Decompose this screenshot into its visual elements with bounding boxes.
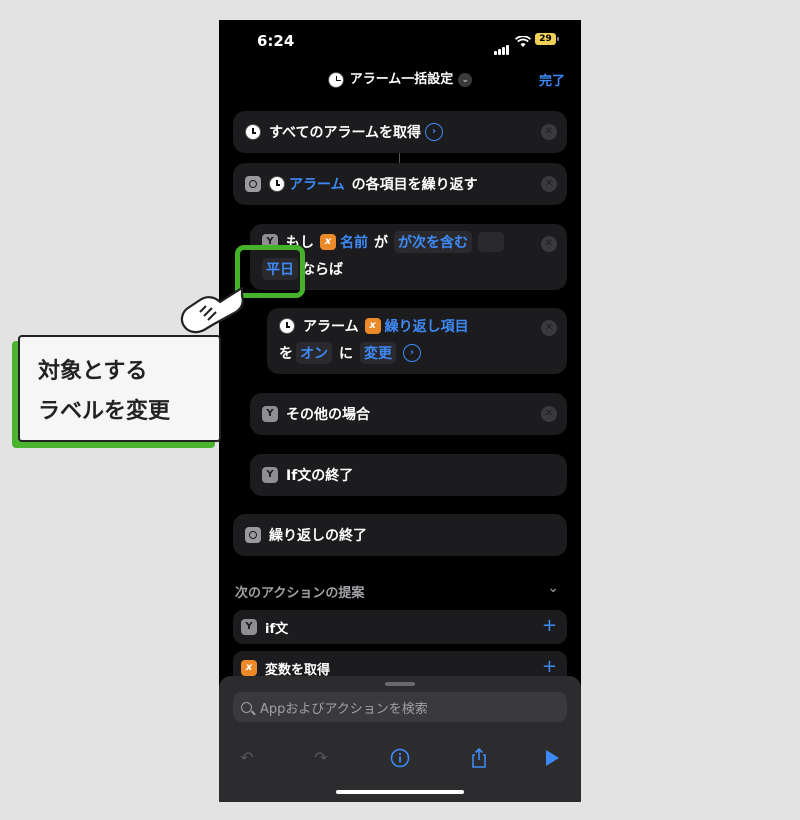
share-icon[interactable] — [467, 746, 491, 770]
toolbar: ↶ ↷ — [219, 744, 581, 776]
repeat-icon — [245, 176, 261, 192]
shortcut-title-text: アラーム一括設定 — [349, 72, 454, 87]
shortcuts-screen: 6:24 29 アラーム一括設定 ⌄ 完了 すべてのアラームを取得 › ✕ アラー… — [219, 20, 581, 802]
clock-icon — [279, 318, 295, 334]
remove-action-icon[interactable]: ✕ — [541, 124, 557, 140]
action-text: の各項目を繰り返す — [351, 177, 478, 193]
chevron-down-icon[interactable]: ⌄ — [547, 580, 559, 596]
repeat-icon — [245, 527, 261, 543]
undo-icon[interactable]: ↶ — [235, 746, 259, 770]
search-icon — [241, 701, 252, 713]
if-ga: が — [374, 235, 388, 251]
search-placeholder: Appおよびアクションを検索 — [260, 701, 428, 717]
action-text: 繰り返しの終了 — [269, 528, 367, 544]
if-icon: Y — [241, 619, 257, 635]
search-input[interactable]: Appおよびアクションを検索 — [233, 692, 567, 722]
variable-icon: x — [241, 660, 257, 676]
suggestion-label: 変数を取得 — [265, 662, 331, 678]
action-set-alarm[interactable]: アラーム x 繰り返し項目 を オン に 変更 › ✕ — [267, 308, 567, 374]
wifi-icon — [514, 33, 532, 52]
home-indicator — [336, 790, 464, 794]
remove-action-icon[interactable]: ✕ — [541, 320, 557, 336]
suggestions-header: 次のアクションの提案 — [235, 586, 365, 601]
variable-token-name[interactable]: 名前 — [340, 232, 368, 252]
clock-icon — [269, 176, 285, 192]
action-end-repeat[interactable]: 繰り返しの終了 — [233, 514, 567, 556]
run-icon[interactable] — [540, 746, 564, 770]
signal-icon — [494, 36, 510, 55]
flow-connector — [399, 153, 400, 163]
set-ni: に — [339, 346, 353, 362]
condition-token[interactable]: が次を含む — [394, 231, 472, 253]
add-icon[interactable]: + — [542, 615, 557, 636]
action-end-if[interactable]: Y If文の終了 — [250, 454, 567, 496]
change-token[interactable]: 変更 — [360, 342, 396, 364]
empty-token[interactable] — [478, 232, 504, 252]
action-repeat-each[interactable]: アラーム の各項目を繰り返す ✕ — [233, 163, 567, 205]
annotation-callout: 対象とする ラベルを変更 — [18, 335, 221, 442]
remove-action-icon[interactable]: ✕ — [541, 236, 557, 252]
action-text: If文の終了 — [286, 468, 354, 484]
expand-arrow-icon[interactable]: › — [425, 123, 444, 141]
shortcut-title[interactable]: アラーム一括設定 ⌄ — [219, 68, 581, 88]
variable-icon: x — [320, 234, 336, 250]
clock-icon — [327, 71, 344, 88]
on-token[interactable]: オン — [296, 342, 332, 364]
if-suffix: ならば — [301, 262, 343, 278]
set-wo: を — [279, 346, 293, 362]
sheet-grabber[interactable] — [385, 682, 415, 686]
status-time: 6:24 — [257, 32, 295, 50]
action-get-all-alarms[interactable]: すべてのアラームを取得 › ✕ — [233, 111, 567, 153]
expand-arrow-icon[interactable]: › — [403, 344, 421, 362]
repeat-item-token[interactable]: 繰り返し項目 — [385, 316, 469, 336]
action-text: その他の場合 — [286, 407, 370, 423]
remove-action-icon[interactable]: ✕ — [541, 176, 557, 192]
remove-action-icon[interactable]: ✕ — [541, 406, 557, 422]
clock-icon — [245, 124, 261, 140]
status-bar: 6:24 29 — [219, 20, 581, 60]
chevron-down-icon: ⌄ — [458, 72, 473, 87]
done-button[interactable]: 完了 — [539, 70, 565, 89]
action-search-sheet: Appおよびアクションを検索 ↶ ↷ — [219, 676, 581, 802]
annotation-line-2: ラベルを変更 — [38, 399, 171, 424]
if-icon: Y — [262, 467, 278, 483]
alarm-token[interactable]: アラーム — [289, 174, 345, 194]
set-prefix: アラーム — [303, 319, 359, 335]
suggestion-label: if文 — [265, 621, 289, 637]
if-icon: Y — [262, 406, 278, 422]
battery-icon: 29 — [535, 33, 559, 45]
variable-icon: x — [364, 318, 381, 334]
info-icon[interactable] — [388, 746, 412, 770]
nav-bar: アラーム一括設定 ⌄ 完了 — [219, 60, 581, 98]
suggestion-item[interactable]: Y if文 + — [233, 610, 567, 644]
annotation-line-1: 対象とする — [38, 359, 148, 384]
action-otherwise[interactable]: Y その他の場合 ✕ — [250, 393, 567, 435]
add-icon[interactable]: + — [542, 656, 557, 677]
redo-icon[interactable]: ↷ — [309, 746, 333, 770]
pointing-hand-icon — [180, 286, 244, 334]
action-text: すべてのアラームを取得 — [269, 125, 422, 141]
